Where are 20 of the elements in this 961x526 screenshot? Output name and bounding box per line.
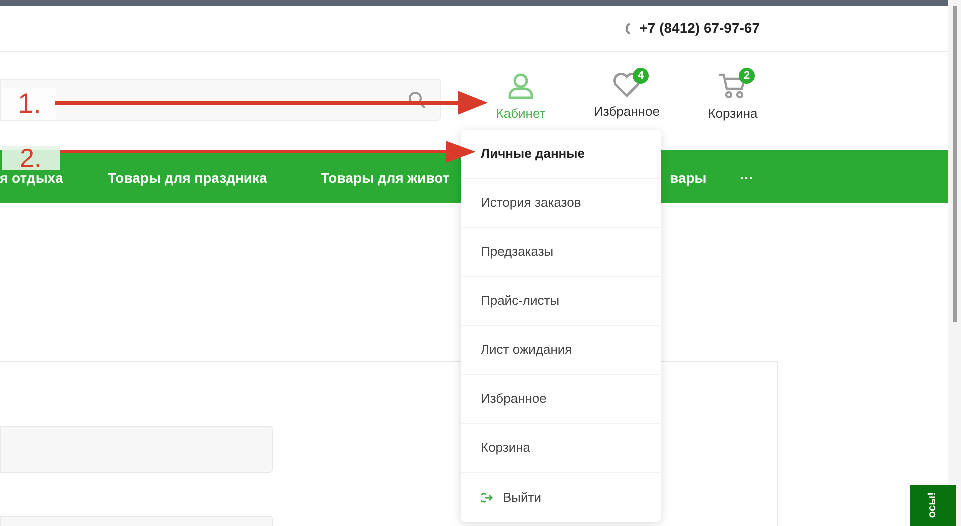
heart-icon: [612, 72, 642, 98]
logout-icon: [481, 492, 493, 502]
menu-item[interactable]: Выйти: [481, 488, 542, 508]
menu-item[interactable]: История заказов: [481, 193, 582, 213]
menu-item[interactable]: Предзаказы: [481, 242, 554, 262]
menu-item[interactable]: Личные данные: [481, 144, 585, 164]
menu-item[interactable]: Лист ожидания: [481, 340, 572, 360]
count-badge: 4: [633, 68, 649, 84]
annotation-label: 2.: [2, 146, 60, 170]
phone-number[interactable]: +7 (8412) 67-97-67: [640, 18, 760, 39]
menu-item[interactable]: Корзина: [481, 438, 531, 458]
side-tab[interactable]: осы!: [910, 485, 956, 526]
phone-icon: [624, 22, 632, 34]
annotation-label: 1.: [2, 88, 56, 120]
scrollbar[interactable]: [948, 0, 961, 526]
menu-item[interactable]: Избранное: [481, 389, 547, 409]
count-badge: 2: [739, 68, 755, 84]
search-icon: [408, 91, 426, 109]
menu-item[interactable]: Прайс-листы: [481, 291, 560, 311]
user-icon: [507, 72, 535, 100]
